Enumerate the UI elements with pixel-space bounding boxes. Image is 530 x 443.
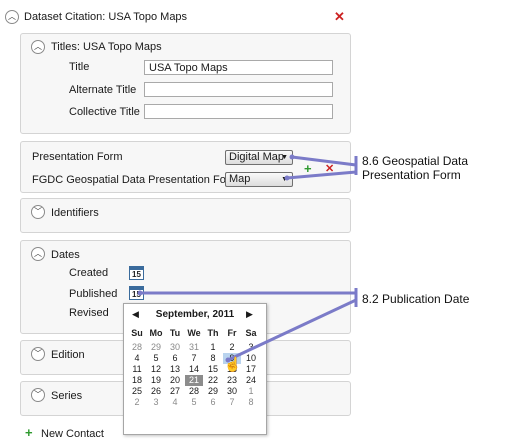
annotation-dot-fgdc [284, 175, 290, 181]
annotation-line-form [291, 155, 357, 167]
annotation-line-fgdc [286, 170, 357, 180]
annotation-dot-form [289, 154, 295, 160]
annotation-geospatial-line1: 8.6 Geospatial Data [362, 154, 469, 168]
annotation-lines [137, 154, 358, 363]
annotation-line-date [227, 298, 357, 362]
annotation-publication: 8.2 Publication Date [362, 292, 470, 306]
annotation-dot-published [137, 290, 143, 296]
annotation-geospatial-line2: Presentation Form [362, 168, 461, 182]
mouse-cursor-icon: ☝ [224, 356, 242, 372]
